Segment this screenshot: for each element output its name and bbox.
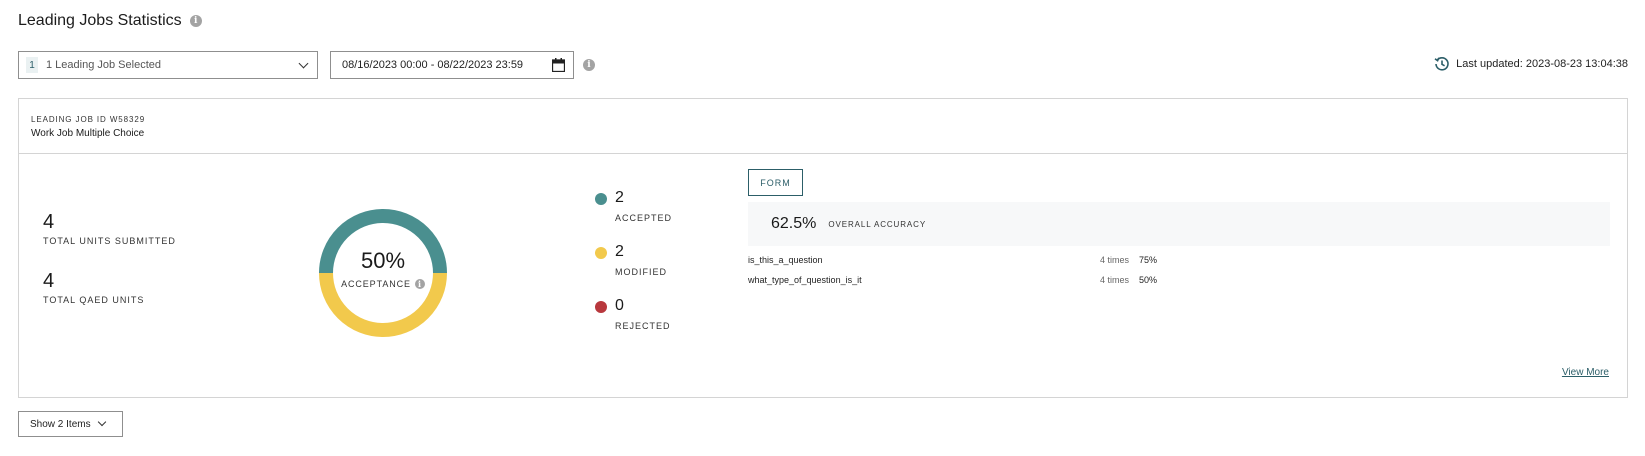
total-units-submitted: 4 TOTAL UNITS SUBMITTED [43, 211, 176, 246]
leading-job-select[interactable]: 1 1 Leading Job Selected [18, 51, 318, 79]
question-percent: 50% [1139, 275, 1158, 285]
view-more-link[interactable]: View More [1562, 367, 1609, 378]
question-percent: 75% [1139, 255, 1158, 265]
toolbar: 1 1 Leading Job Selected 08/16/2023 00:0… [18, 51, 1628, 79]
question-row: is_this_a_question 4 times 75% [748, 255, 1178, 269]
job-select-label: 1 Leading Job Selected [46, 59, 161, 71]
overall-accuracy-panel: 62.5% OVERALL ACCURACY [748, 202, 1610, 246]
last-updated: Last updated: 2023-08-23 13:04:38 [1434, 56, 1628, 72]
tab-form[interactable]: FORM [748, 169, 803, 196]
card-header: LEADING JOB ID W58329 Work Job Multiple … [19, 99, 1627, 154]
acceptance-label-wrap: ACCEPTANCE i [341, 279, 425, 289]
leading-job-id: LEADING JOB ID W58329 [31, 115, 146, 124]
legend-value: 2 [615, 189, 624, 206]
calendar-icon[interactable] [552, 58, 565, 72]
overall-accuracy-label: OVERALL ACCURACY [828, 219, 927, 229]
last-updated-text: Last updated: 2023-08-23 13:04:38 [1456, 58, 1628, 70]
overall-accuracy-value: 62.5% [771, 215, 817, 232]
stat-value: 4 [43, 211, 55, 233]
legend-value: 2 [615, 243, 624, 260]
show-items-dropdown[interactable]: Show 2 Items [18, 411, 123, 437]
date-range-value: 08/16/2023 00:00 - 08/22/2023 23:59 [342, 59, 524, 71]
chevron-down-icon [298, 58, 309, 69]
page-title: Leading Jobs Statistics [18, 12, 182, 29]
question-name: is_this_a_question [748, 255, 823, 265]
selected-count-badge: 1 [26, 57, 38, 73]
legend-label: MODIFIED [615, 267, 667, 277]
stat-value: 4 [43, 270, 55, 292]
date-info-icon[interactable]: i [583, 59, 595, 71]
donut-center: 50% ACCEPTANCE i [313, 248, 453, 292]
history-icon [1434, 57, 1449, 71]
info-icon[interactable]: i [189, 15, 202, 27]
question-times: 4 times [1100, 255, 1130, 265]
acceptance-label: ACCEPTANCE [341, 279, 411, 289]
date-range-picker[interactable]: 08/16/2023 00:00 - 08/22/2023 23:59 [330, 51, 574, 79]
legend-value: 0 [615, 297, 624, 314]
legend-label: REJECTED [615, 321, 671, 331]
stat-label: TOTAL QAED UNITS [43, 295, 145, 305]
job-name: Work Job Multiple Choice [31, 128, 145, 139]
page-header: Leading Jobs Statistics i [18, 12, 202, 30]
acceptance-percent: 50% [360, 248, 406, 273]
acceptance-info-icon[interactable]: i [414, 279, 425, 289]
rejected-dot [595, 301, 607, 313]
legend-label: ACCEPTED [615, 213, 673, 223]
stat-label: TOTAL UNITS SUBMITTED [43, 236, 176, 246]
accepted-dot [595, 193, 607, 205]
question-times: 4 times [1100, 275, 1130, 285]
question-row: what_type_of_question_is_it 4 times 50% [748, 275, 1178, 289]
leading-job-card: LEADING JOB ID W58329 Work Job Multiple … [18, 98, 1628, 398]
show-items-label: Show 2 Items [30, 418, 91, 430]
total-qaed-units: 4 TOTAL QAED UNITS [43, 270, 144, 305]
chevron-down-icon [97, 417, 106, 427]
modified-dot [595, 247, 607, 259]
question-name: what_type_of_question_is_it [748, 275, 862, 285]
